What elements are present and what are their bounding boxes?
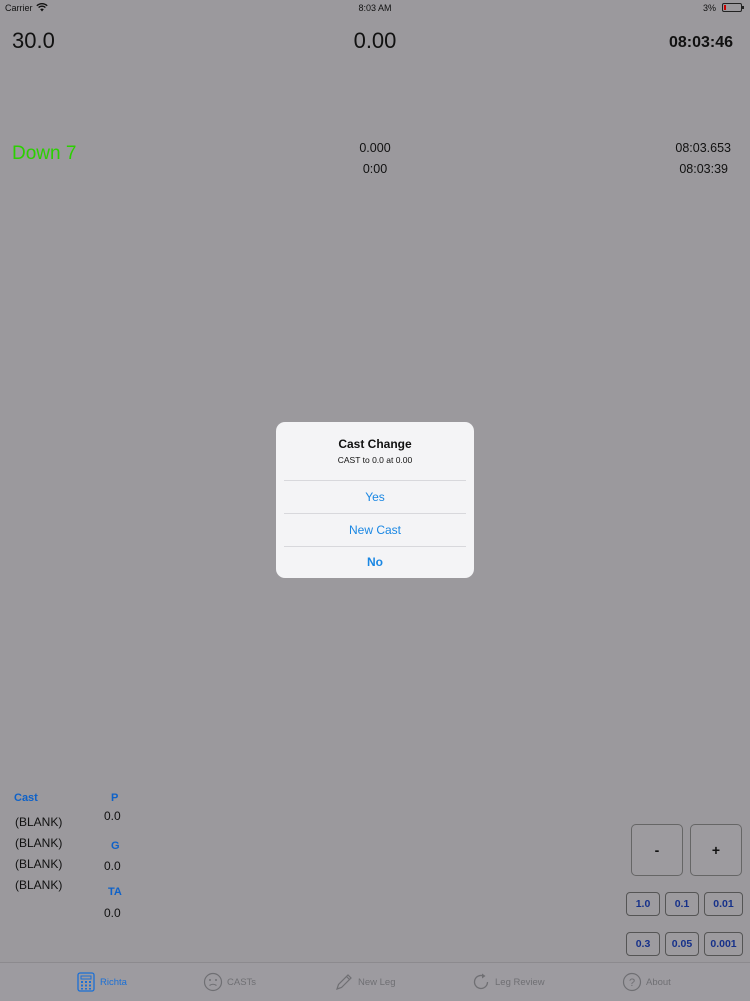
cast-change-dialog: Cast Change CAST to 0.0 at 0.00 Yes New … — [276, 422, 474, 578]
yes-button[interactable]: Yes — [276, 481, 474, 513]
dialog-message: CAST to 0.0 at 0.00 — [337, 455, 413, 465]
dialog-title: Cast Change — [338, 437, 412, 451]
new-cast-button[interactable]: New Cast — [276, 514, 474, 546]
no-button[interactable]: No — [276, 546, 474, 578]
modal-overlay: Cast Change CAST to 0.0 at 0.00 Yes New … — [0, 0, 750, 1000]
